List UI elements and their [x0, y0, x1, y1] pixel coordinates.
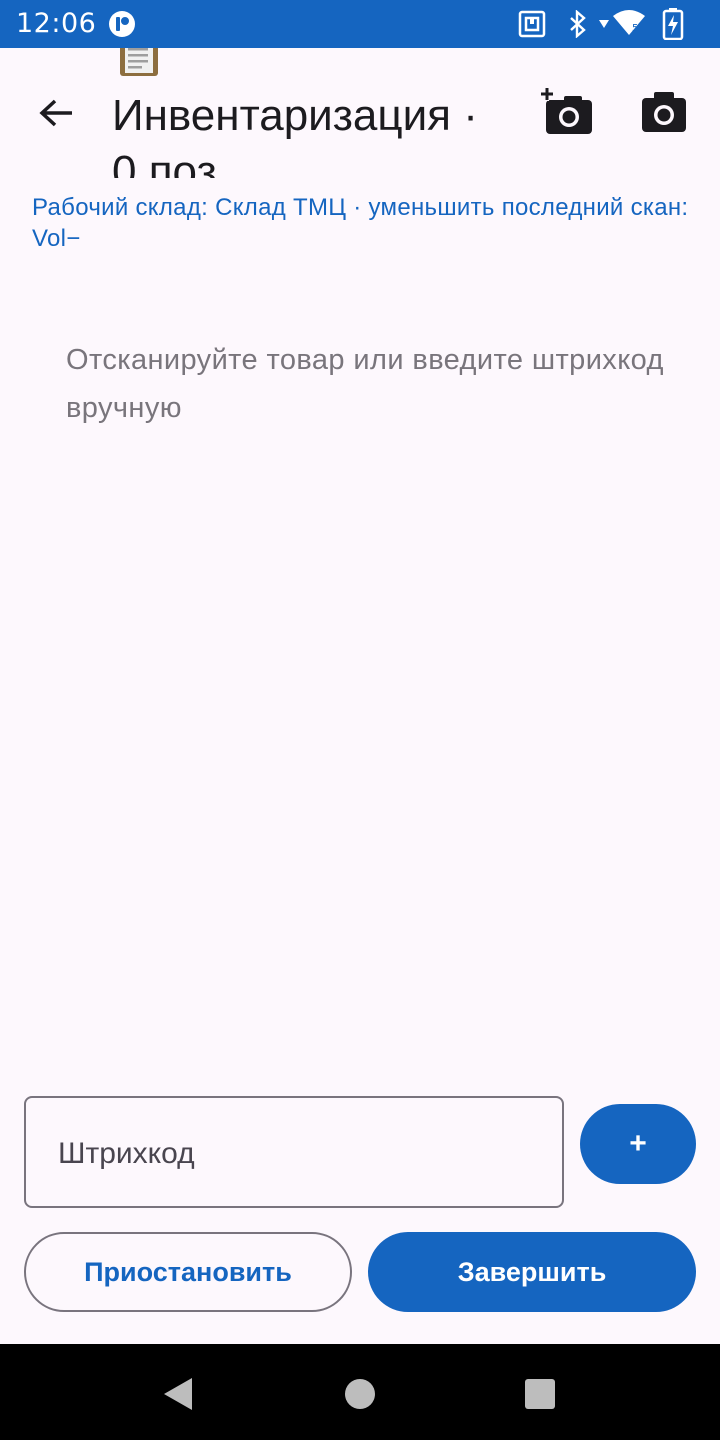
- add-barcode-button[interactable]: +: [580, 1104, 696, 1184]
- battery-charging-icon: [662, 8, 684, 40]
- finish-button[interactable]: Завершить: [368, 1232, 696, 1312]
- camera-icon[interactable]: [638, 88, 690, 136]
- status-bar: 12:06 5: [0, 0, 720, 48]
- navigation-bar: [0, 1344, 720, 1440]
- bluetooth-icon: [570, 10, 586, 38]
- empty-state-hint: Отсканируйте товар или введите штрихкод …: [66, 344, 664, 424]
- back-arrow-icon[interactable]: [28, 86, 84, 142]
- wifi-icon: 5: [613, 10, 645, 35]
- page-title: Инвентаризация · 0 поз: [112, 91, 478, 178]
- warehouse-subtitle: Рабочий склад: Склад ТМЦ · уменьшить пос…: [32, 194, 689, 252]
- nav-recents-icon[interactable]: [520, 1374, 560, 1414]
- inventory-screen: 12:06 5 Инвентаризация · 0 поз Рабочий с…: [0, 0, 720, 1440]
- app-bar: Инвентаризация · 0 поз: [0, 48, 720, 178]
- status-time: 12:06: [16, 8, 97, 39]
- barcode-field[interactable]: [24, 1096, 564, 1208]
- pause-button[interactable]: Приостановить: [24, 1232, 352, 1312]
- data-arrow-icon: [599, 20, 609, 28]
- nfc-icon: [518, 10, 546, 38]
- network-label: 5: [632, 23, 638, 34]
- clipboard-icon: [120, 48, 158, 76]
- app-notification-icon: [109, 11, 135, 37]
- status-icons: 5: [518, 8, 708, 40]
- nav-back-icon[interactable]: [160, 1374, 200, 1414]
- nav-home-icon[interactable]: [340, 1374, 380, 1414]
- barcode-input[interactable]: [58, 1126, 538, 1182]
- add-a-photo-icon[interactable]: [538, 86, 598, 138]
